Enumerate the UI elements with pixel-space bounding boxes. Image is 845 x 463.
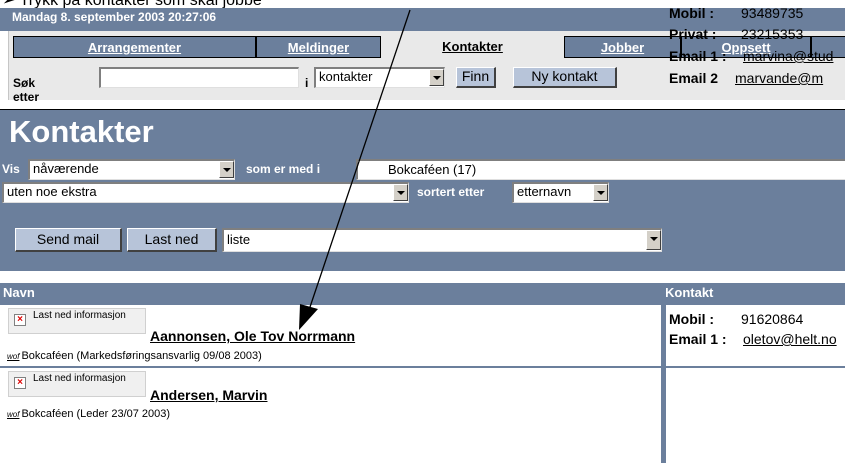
contact-detail-label: Privat : xyxy=(669,26,717,42)
column-separator xyxy=(661,283,666,463)
email-link[interactable]: oletov@helt.no xyxy=(743,331,837,347)
wof-link[interactable]: wof xyxy=(7,352,19,361)
format-select[interactable]: liste xyxy=(222,228,662,252)
email-link[interactable]: marvina@stud xyxy=(743,48,833,64)
format-value: liste xyxy=(227,232,251,247)
contact-detail: Mobil : 93489735 xyxy=(669,5,803,21)
contact-detail-value: 23215353 xyxy=(741,26,804,42)
contact-detail-value: 93489735 xyxy=(741,5,804,21)
contact-membership: wof Bokcaféen (Leder 23/07 2003) xyxy=(7,408,170,420)
member-label: som er med i xyxy=(246,162,321,176)
contact-detail-label: Email 1 : xyxy=(669,48,727,64)
tab-jobber[interactable]: Jobber xyxy=(564,36,681,58)
download-info-image[interactable]: × Last ned informasjon xyxy=(8,308,146,334)
contact-name-link[interactable]: Andersen, Marvin xyxy=(150,387,267,403)
broken-image-icon: × xyxy=(14,314,26,326)
vis-label: Vis xyxy=(2,162,20,176)
search-label: Søk etter xyxy=(13,76,40,104)
chevron-down-icon[interactable] xyxy=(429,69,444,86)
contact-detail: Mobil : 91620864 xyxy=(669,311,803,327)
annotation-text: ➢ Trykk på kontakter som skal jobbe xyxy=(2,0,262,8)
download-button[interactable]: Last ned xyxy=(127,228,217,252)
chevron-down-icon[interactable] xyxy=(646,230,661,250)
tab-arrangementer[interactable]: Arrangementer xyxy=(13,36,256,58)
tab-meldinger[interactable]: Meldinger xyxy=(256,36,381,58)
extra-select[interactable]: uten noe ekstra xyxy=(2,182,409,203)
search-scope-select[interactable]: kontakter xyxy=(314,67,445,88)
download-info-label: Last ned informasjon xyxy=(33,373,126,384)
contact-detail: Email 1 : marvina@stud xyxy=(669,48,833,64)
tab-kontakter[interactable]: Kontakter xyxy=(381,36,564,58)
contact-detail-label: Email 1 : xyxy=(669,331,727,347)
send-mail-button[interactable]: Send mail xyxy=(15,228,122,252)
contact-detail: Email 2 marvande@m xyxy=(669,70,823,86)
download-info-label: Last ned informasjon xyxy=(33,310,126,321)
contact-name-link[interactable]: Aannonsen, Ole Tov Norrmann xyxy=(150,328,355,344)
column-header-contact: Kontakt xyxy=(665,285,714,300)
search-scope-value: kontakter xyxy=(319,69,373,84)
chevron-down-icon[interactable] xyxy=(593,184,608,201)
contacts-table-header: Navn Kontakt xyxy=(0,283,845,303)
table-row: × Last ned informasjon Andersen, Marvin … xyxy=(0,366,845,463)
membership-text: Bokcaféen (Leder 23/07 2003) xyxy=(21,408,171,420)
search-in-label: i xyxy=(305,76,309,90)
wof-link[interactable]: wof xyxy=(7,410,19,419)
sort-select[interactable]: etternavn xyxy=(512,182,609,203)
new-contact-button[interactable]: Ny kontakt xyxy=(513,67,617,88)
chevron-down-icon[interactable] xyxy=(393,184,408,201)
sort-value: etternavn xyxy=(517,184,572,199)
contacts-filter-panel: Kontakter Vis nåværende som er med i Bok… xyxy=(0,109,845,271)
membership-text: Bokcaféen (Markedsføringsansvarlig 09/08… xyxy=(21,350,262,362)
sort-label: sortert etter xyxy=(417,185,485,199)
email-link[interactable]: marvande@m xyxy=(735,70,823,86)
contact-detail-label: Mobil : xyxy=(669,311,715,327)
contact-detail-value: 91620864 xyxy=(741,311,804,327)
search-input[interactable] xyxy=(99,67,299,88)
vis-select[interactable]: nåværende xyxy=(28,159,235,180)
contact-detail: Email 1 : oletov@helt.no xyxy=(669,331,837,347)
table-row: × Last ned informasjon Aannonsen, Ole To… xyxy=(0,303,845,366)
find-button[interactable]: Finn xyxy=(456,67,496,88)
contact-detail: Privat : 23215353 xyxy=(669,26,803,42)
contact-detail-label: Email 2 xyxy=(669,70,719,86)
chevron-down-icon[interactable] xyxy=(219,161,234,178)
page-title: Kontakter xyxy=(9,114,154,149)
member-field[interactable]: Bokcaféen (17) xyxy=(356,159,845,180)
contact-detail-label: Mobil : xyxy=(669,5,715,21)
broken-image-icon: × xyxy=(14,377,26,389)
contact-membership: wof Bokcaféen (Markedsføringsansvarlig 09… xyxy=(7,350,262,362)
download-info-image[interactable]: × Last ned informasjon xyxy=(8,371,146,397)
vis-value: nåværende xyxy=(33,161,99,176)
column-header-name: Navn xyxy=(3,285,35,300)
extra-value: uten noe ekstra xyxy=(7,184,97,199)
